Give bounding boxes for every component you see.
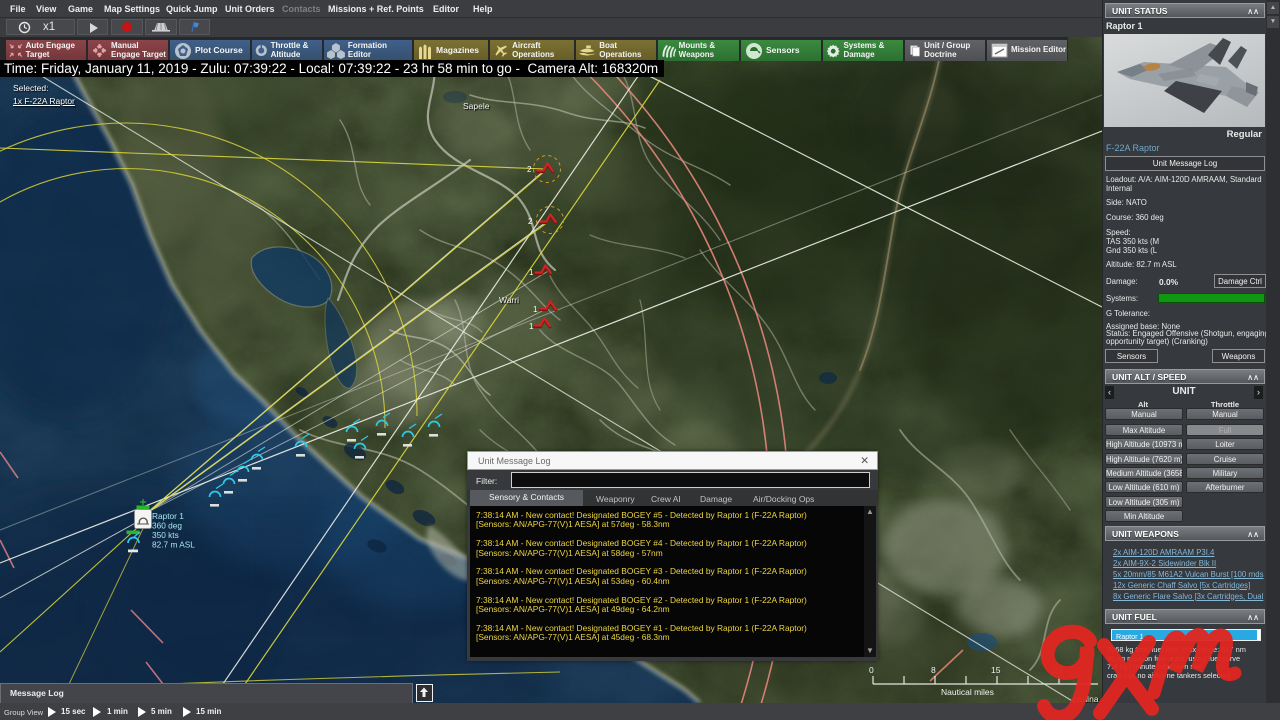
svg-text:Nautical miles: Nautical miles [941,687,994,697]
svg-text:Warri: Warri [499,295,519,305]
svg-text:2: 2 [527,165,532,174]
svg-text:1: 1 [533,305,538,314]
svg-text:360 deg: 360 deg [152,521,182,531]
svg-text:350 kts: 350 kts [152,530,179,540]
svg-text:Raptor 1: Raptor 1 [152,511,184,521]
svg-text:15: 15 [991,665,1001,675]
svg-text:1: 1 [529,268,534,277]
svg-text:8: 8 [931,665,936,675]
svg-text:2: 2 [528,217,533,226]
svg-text:0: 0 [869,665,874,675]
svg-text:1: 1 [529,322,534,331]
svg-text:Sapele: Sapele [463,101,490,111]
svg-text:82.7 m ASL: 82.7 m ASL [152,540,195,550]
